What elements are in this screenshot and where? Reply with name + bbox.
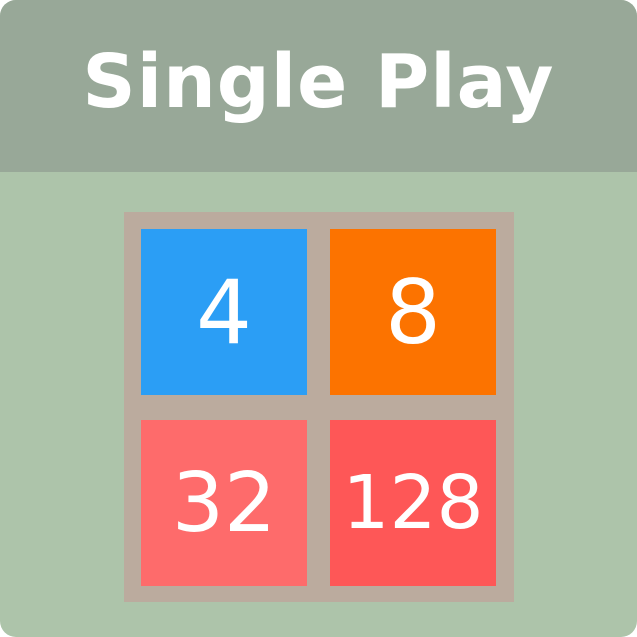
tile-4: 4 — [141, 229, 307, 395]
single-play-card[interactable]: Single Play 4 8 32 128 — [0, 0, 637, 637]
tile-128: 128 — [330, 420, 496, 586]
header-bar: Single Play — [0, 0, 637, 172]
mode-title: Single Play — [82, 39, 555, 125]
tile-32: 32 — [141, 420, 307, 586]
tile-8: 8 — [330, 229, 496, 395]
game-board: 4 8 32 128 — [124, 212, 514, 602]
